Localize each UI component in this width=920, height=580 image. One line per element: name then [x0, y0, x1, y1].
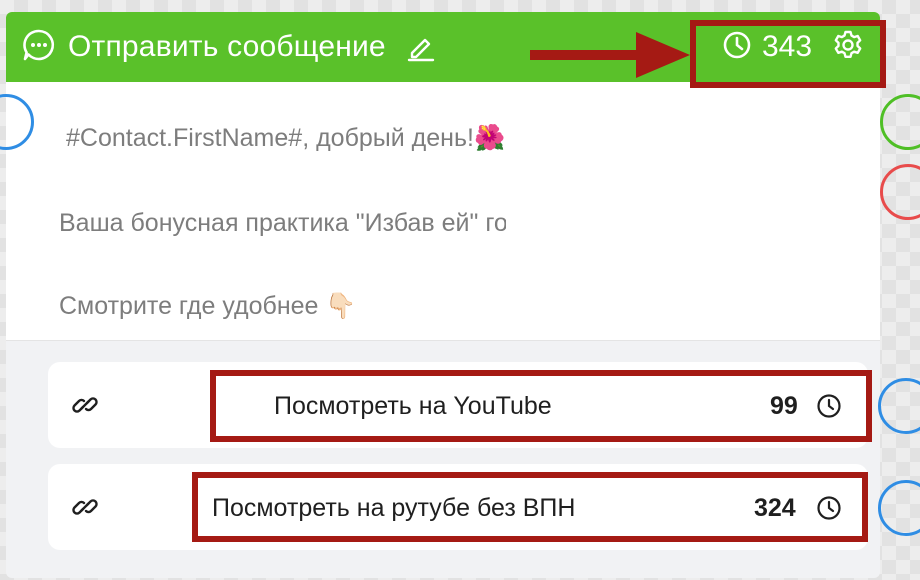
button-youtube-port[interactable] — [878, 378, 920, 434]
highlight-box-counter — [690, 20, 886, 88]
message-body[interactable]: #Contact.FirstName#, добрый день!🌺 Ваша … — [6, 82, 880, 340]
divider — [6, 340, 880, 341]
chat-bubble-icon — [22, 28, 56, 67]
annotation-arrow — [530, 32, 690, 78]
node-title: Отправить сообщение — [68, 30, 386, 63]
button-rutube-port[interactable] — [878, 480, 920, 536]
link-icon — [72, 392, 98, 423]
link-icon — [72, 494, 98, 525]
header-left: Отправить сообщение — [22, 12, 436, 82]
message-line-greeting: #Contact.FirstName#, добрый день!🌺 — [66, 124, 506, 152]
pencil-icon[interactable] — [406, 32, 436, 62]
message-line-bonus: Ваша бонусная практика "Избав ей" готова… — [59, 209, 567, 237]
redaction-box — [506, 197, 678, 237]
highlight-box-youtube — [210, 370, 872, 442]
message-line-watch: Смотрите где удобнее 👇🏻 — [59, 292, 357, 320]
success-port[interactable] — [880, 94, 920, 150]
highlight-box-rutube — [192, 472, 868, 542]
error-port[interactable] — [880, 164, 920, 220]
